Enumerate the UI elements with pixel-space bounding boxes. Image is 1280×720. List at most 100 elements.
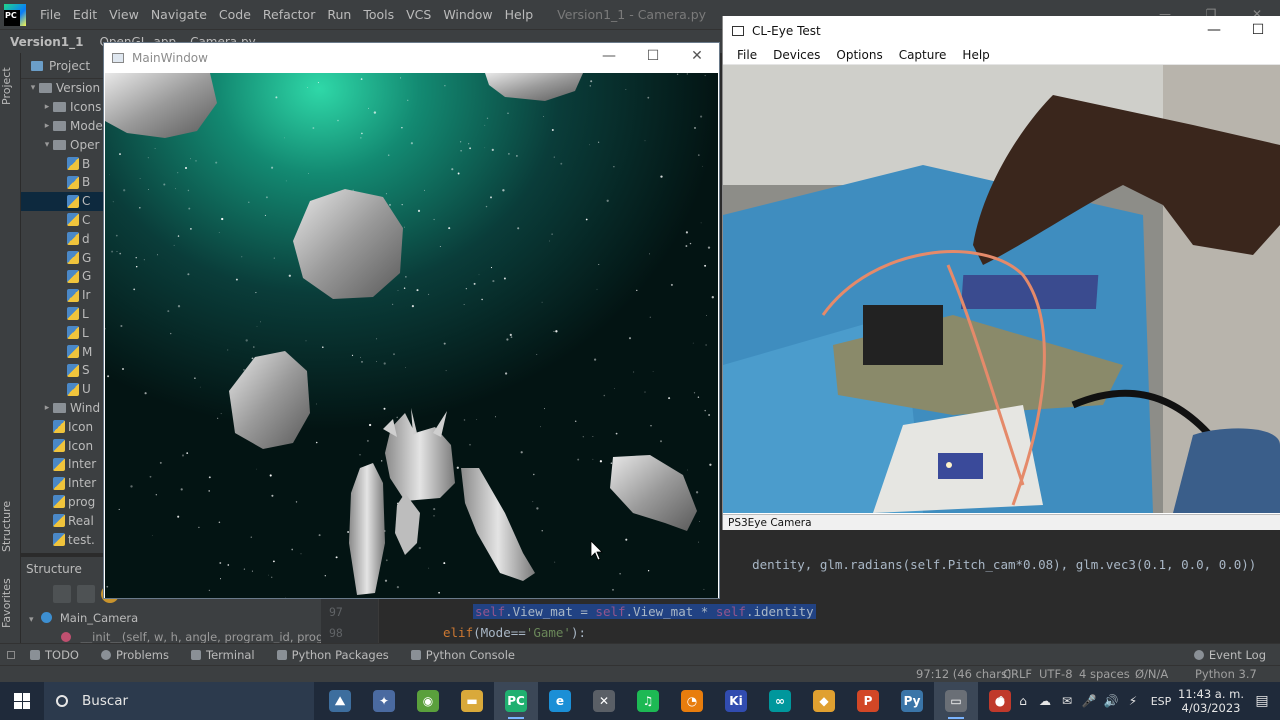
taskbar-app-explorer[interactable]: ▬ xyxy=(450,682,494,720)
structure-tool-tab[interactable]: Structure xyxy=(0,491,21,561)
app-window-icon: ▭ xyxy=(945,690,967,712)
camera-feed xyxy=(723,65,1280,513)
line-separator[interactable]: CRLF xyxy=(1003,667,1032,681)
main-window-title: MainWindow xyxy=(132,50,208,65)
todo-tab[interactable]: TODO xyxy=(30,648,79,662)
main-window-controls: — ☐ ✕ xyxy=(587,43,719,72)
problems-tab[interactable]: Problems xyxy=(100,648,169,662)
layout-icon[interactable] xyxy=(7,650,15,659)
menu-edit[interactable]: Edit xyxy=(67,7,103,22)
arduino-icon: ∞ xyxy=(769,690,791,712)
tray-icon[interactable]: ⚡ xyxy=(1122,694,1144,708)
language-indicator[interactable]: ESP xyxy=(1144,695,1178,708)
cl-menu-help[interactable]: Help xyxy=(954,48,997,62)
taskbar-app-app-window[interactable]: ▭ xyxy=(934,682,978,720)
sort-icon[interactable] xyxy=(53,585,71,603)
breadcrumb-project[interactable]: Version1_1 xyxy=(10,35,83,49)
taskbar-app-chat[interactable]: ◉ xyxy=(406,682,450,720)
chevron-right-icon[interactable]: ▸ xyxy=(41,403,53,413)
maximize-icon[interactable]: ☐ xyxy=(631,43,675,72)
event-log-tab[interactable]: Event Log xyxy=(1193,648,1266,662)
taskbar-app-task-view[interactable]: ✦ xyxy=(362,682,406,720)
editor-visible-code[interactable]: dentity, glm.radians(self.Pitch_cam*0.08… xyxy=(722,530,1280,598)
filter-icon[interactable] xyxy=(77,585,95,603)
close-icon[interactable]: ✕ xyxy=(675,43,719,72)
menu-tools[interactable]: Tools xyxy=(357,7,400,22)
taskbar-app-git[interactable]: ◆ xyxy=(802,682,846,720)
taskbar-app-widget[interactable]: ⛰ xyxy=(318,682,362,720)
taskbar-app-spotify[interactable]: ♫ xyxy=(626,682,670,720)
chevron-right-icon[interactable]: ▸ xyxy=(41,121,53,131)
menu-window[interactable]: Window xyxy=(437,7,498,22)
taskbar-app-app-x[interactable]: ✕ xyxy=(582,682,626,720)
python-packages-tab[interactable]: Python Packages xyxy=(276,648,389,662)
minimize-icon[interactable]: — xyxy=(587,43,631,72)
cl-menu-file[interactable]: File xyxy=(729,48,765,62)
taskbar-app-blender[interactable]: ◔ xyxy=(670,682,714,720)
main-window: MainWindow — ☐ ✕ xyxy=(103,42,720,599)
app-x-icon: ✕ xyxy=(593,690,615,712)
tray-icon[interactable]: 🎤 xyxy=(1078,694,1100,708)
tray-icon[interactable]: ✉ xyxy=(1056,694,1078,708)
python-interpreter[interactable]: Python 3.7 xyxy=(1195,667,1257,681)
chevron-right-icon[interactable]: ▸ xyxy=(41,102,53,112)
menu-vcs[interactable]: VCS xyxy=(400,7,437,22)
taskbar-app-pycharm[interactable]: PC xyxy=(494,682,538,720)
structure-method-row[interactable]: __init__(self, w, h, angle, program_id, … xyxy=(61,630,362,644)
chevron-down-icon[interactable]: ▾ xyxy=(27,83,39,93)
project-tool-tab[interactable]: Project xyxy=(0,61,21,111)
python-file-icon xyxy=(67,307,79,321)
caret-position[interactable]: 97:12 (46 chars) xyxy=(916,667,1011,681)
line-number: 98 xyxy=(329,626,343,640)
tree-item-label: Inter xyxy=(68,457,97,472)
code-editor[interactable]: 97 98 self.View_mat = self.View_mat * se… xyxy=(321,598,1280,643)
cl-menu-capture[interactable]: Capture xyxy=(891,48,955,62)
readonly-status[interactable]: Ø/N/A xyxy=(1135,667,1168,681)
menu-refactor[interactable]: Refactor xyxy=(257,7,321,22)
python-console-tab[interactable]: Python Console xyxy=(410,648,515,662)
chevron-down-icon[interactable]: ▾ xyxy=(41,140,53,150)
menu-navigate[interactable]: Navigate xyxy=(145,7,213,22)
python-file-icon xyxy=(53,495,65,509)
tree-item-label: Ir xyxy=(82,288,91,303)
search-icon xyxy=(56,695,68,707)
tray-icon[interactable]: 🔊 xyxy=(1100,694,1122,708)
project-panel-title: Project xyxy=(49,58,91,73)
terminal-tab[interactable]: Terminal xyxy=(191,648,255,662)
indent-setting[interactable]: 4 spaces xyxy=(1079,667,1130,681)
maximize-icon[interactable]: ☐ xyxy=(1236,16,1280,45)
taskbar-app-powerpoint[interactable]: P xyxy=(846,682,890,720)
tray-icon[interactable]: ☁ xyxy=(1034,694,1056,708)
structure-class-row[interactable]: ▾ Main_Camera xyxy=(29,611,138,625)
menu-help[interactable]: Help xyxy=(499,7,540,22)
start-button[interactable] xyxy=(0,682,44,720)
menu-run[interactable]: Run xyxy=(321,7,357,22)
tree-item-label: Wind xyxy=(70,400,101,415)
taskbar-app-kicad[interactable]: Ki xyxy=(714,682,758,720)
notification-icon[interactable]: ▤ xyxy=(1244,693,1280,709)
tray-icon[interactable]: ^ xyxy=(990,694,1012,708)
cl-menu-devices[interactable]: Devices xyxy=(765,48,828,62)
favorites-tool-tab[interactable]: Favorites xyxy=(0,573,21,633)
method-icon xyxy=(61,632,71,642)
python-file-icon xyxy=(53,439,65,453)
taskbar-app-arduino[interactable]: ∞ xyxy=(758,682,802,720)
editor-gutter: 97 98 xyxy=(321,598,379,643)
chat-icon: ◉ xyxy=(417,690,439,712)
tray-icon[interactable]: ⌂ xyxy=(1012,694,1034,708)
taskbar-search[interactable]: Buscar xyxy=(44,682,314,720)
menu-view[interactable]: View xyxy=(103,7,145,22)
menu-code[interactable]: Code xyxy=(213,7,257,22)
list-icon xyxy=(30,649,40,660)
taskbar-app-edge[interactable]: e xyxy=(538,682,582,720)
cl-menu-options[interactable]: Options xyxy=(828,48,890,62)
taskbar-app-python[interactable]: Py xyxy=(890,682,934,720)
project-icon xyxy=(31,60,43,71)
python-file-icon xyxy=(67,326,79,340)
taskbar-clock[interactable]: 11:43 a. m. 4/03/2023 xyxy=(1178,687,1244,715)
minimize-icon[interactable]: — xyxy=(1192,16,1236,45)
game-viewport[interactable] xyxy=(105,73,718,598)
space-scene xyxy=(105,73,718,598)
menu-file[interactable]: File xyxy=(34,7,67,22)
file-encoding[interactable]: UTF-8 xyxy=(1039,667,1073,681)
